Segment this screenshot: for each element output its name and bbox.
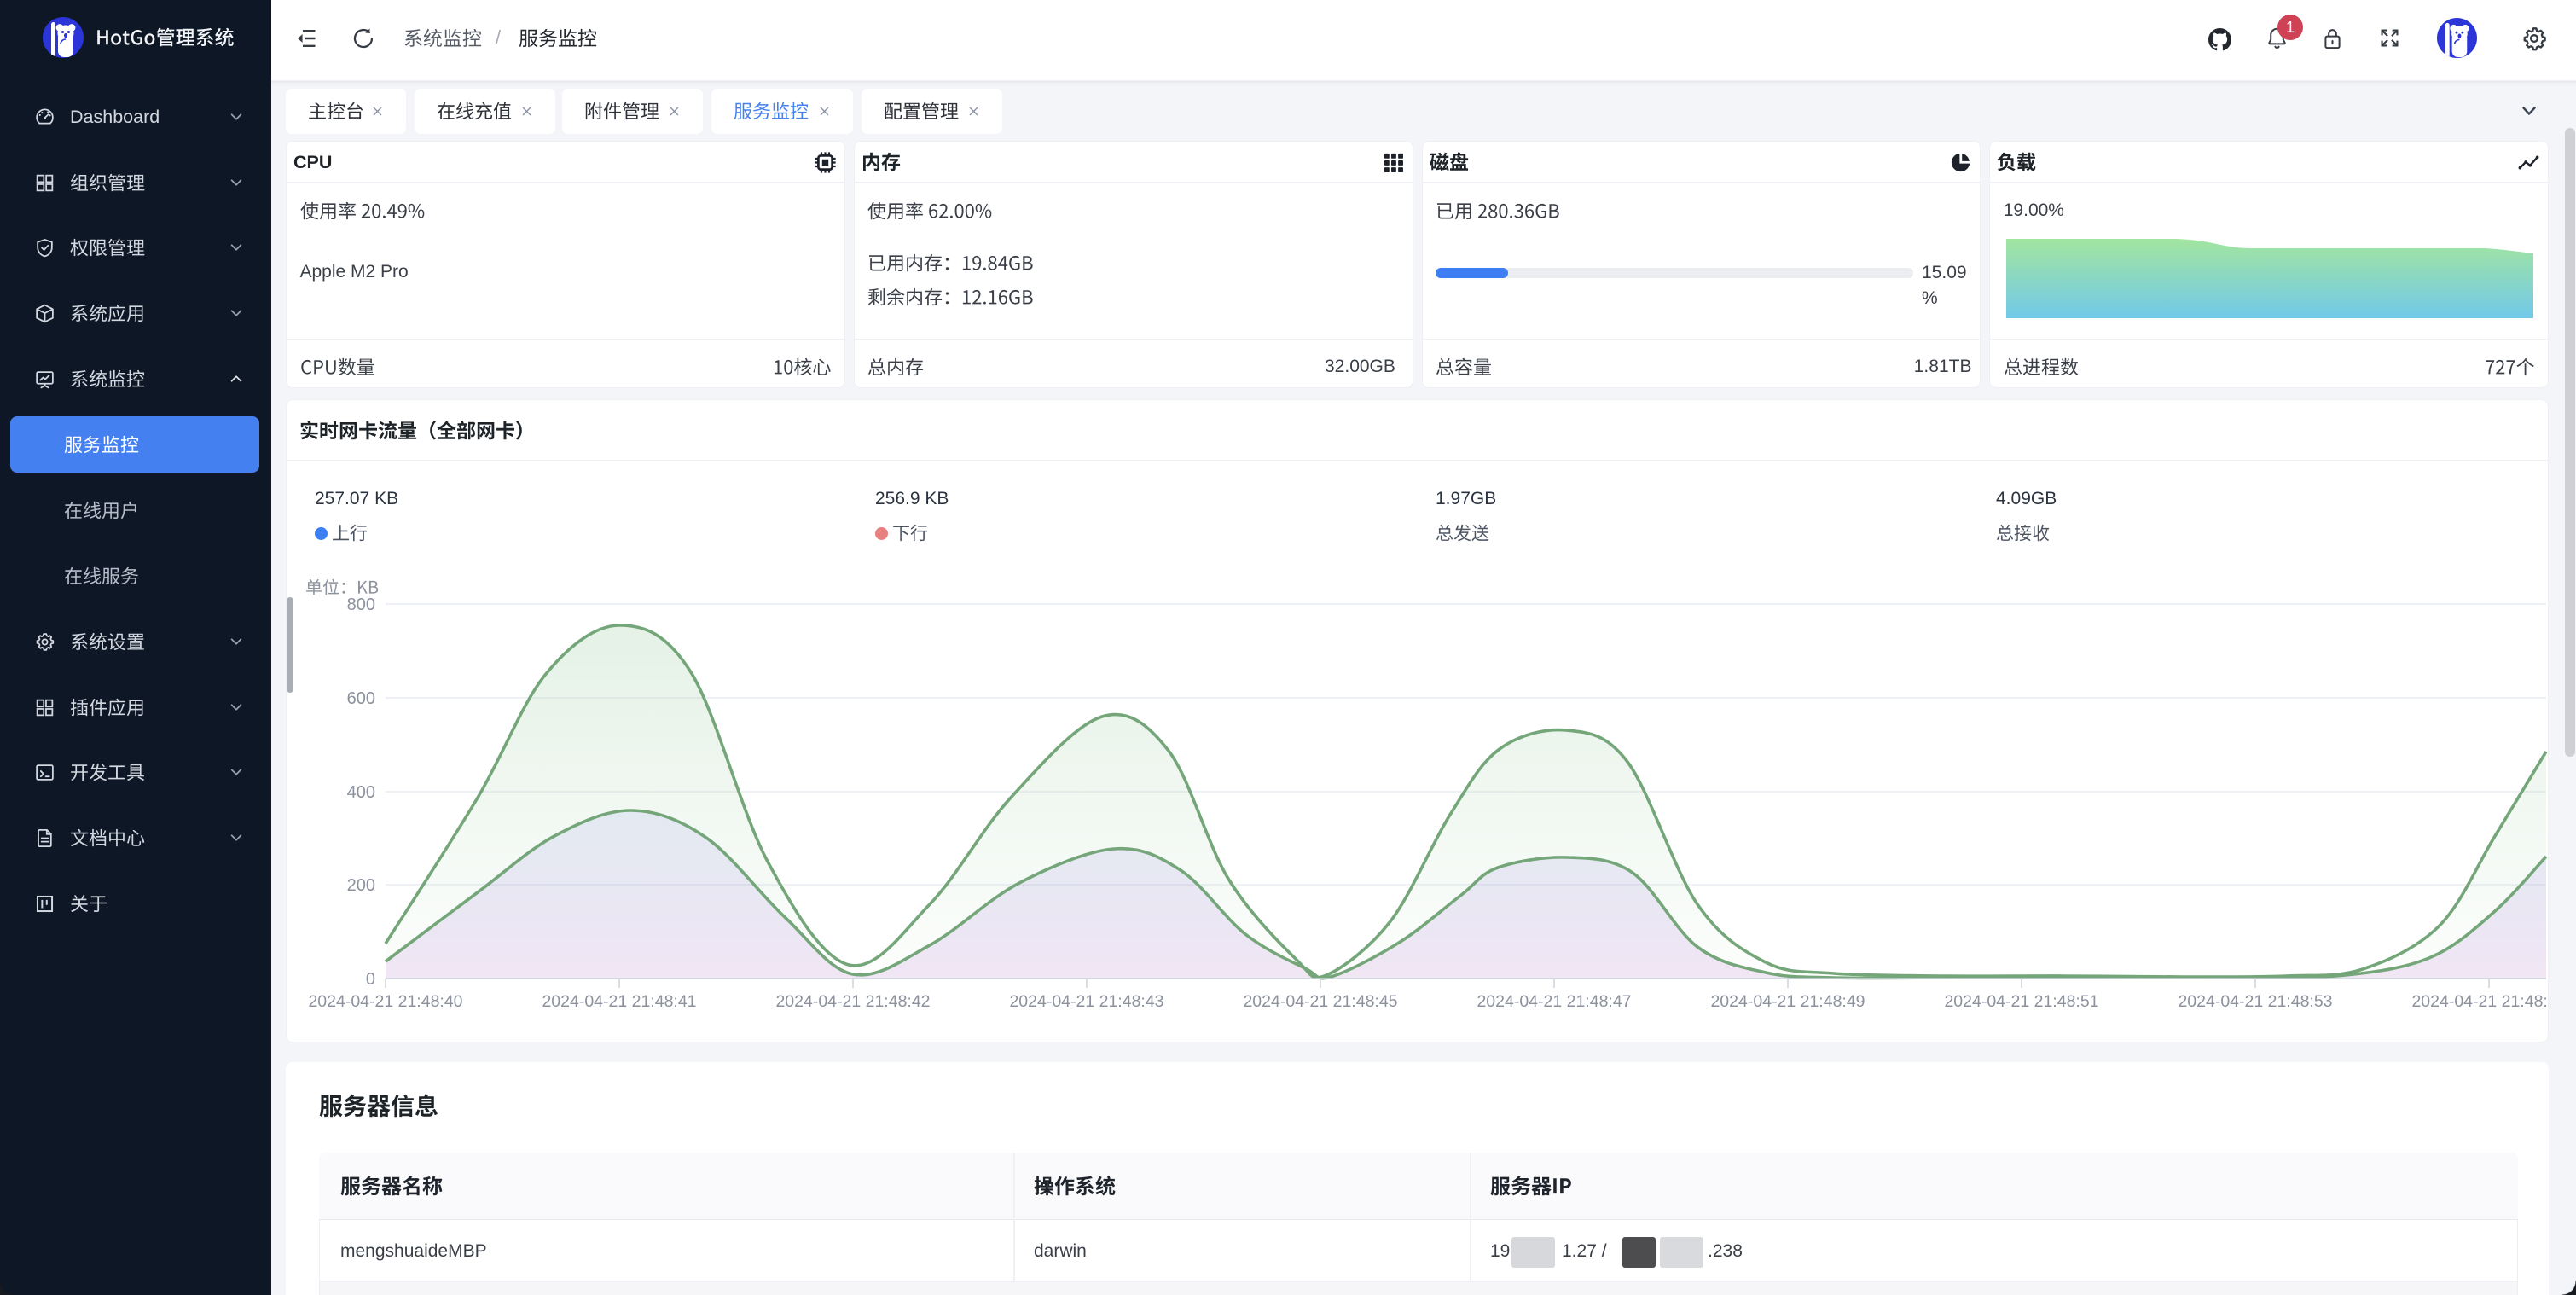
- svg-text:0: 0: [366, 970, 375, 989]
- svg-text:200: 200: [347, 876, 375, 895]
- svg-text:2024-04-21 21:48:51: 2024-04-21 21:48:51: [1944, 992, 2098, 1011]
- svg-text:2024-04-21 21:48:55: 2024-04-21 21:48:55: [2411, 992, 2549, 1011]
- svg-text:2024-04-21 21:48:43: 2024-04-21 21:48:43: [1009, 992, 1163, 1011]
- svg-text:2024-04-21 21:48:47: 2024-04-21 21:48:47: [1477, 992, 1631, 1011]
- svg-text:2024-04-21 21:48:53: 2024-04-21 21:48:53: [2178, 992, 2332, 1011]
- svg-text:2024-04-21 21:48:40: 2024-04-21 21:48:40: [308, 992, 462, 1011]
- svg-text:800: 800: [347, 595, 375, 614]
- svg-text:2024-04-21 21:48:45: 2024-04-21 21:48:45: [1243, 992, 1397, 1011]
- svg-text:2024-04-21 21:48:42: 2024-04-21 21:48:42: [775, 992, 930, 1011]
- svg-text:400: 400: [347, 783, 375, 802]
- svg-text:2024-04-21 21:48:49: 2024-04-21 21:48:49: [1710, 992, 1865, 1011]
- svg-text:2024-04-21 21:48:41: 2024-04-21 21:48:41: [542, 992, 696, 1011]
- svg-text:600: 600: [347, 689, 375, 708]
